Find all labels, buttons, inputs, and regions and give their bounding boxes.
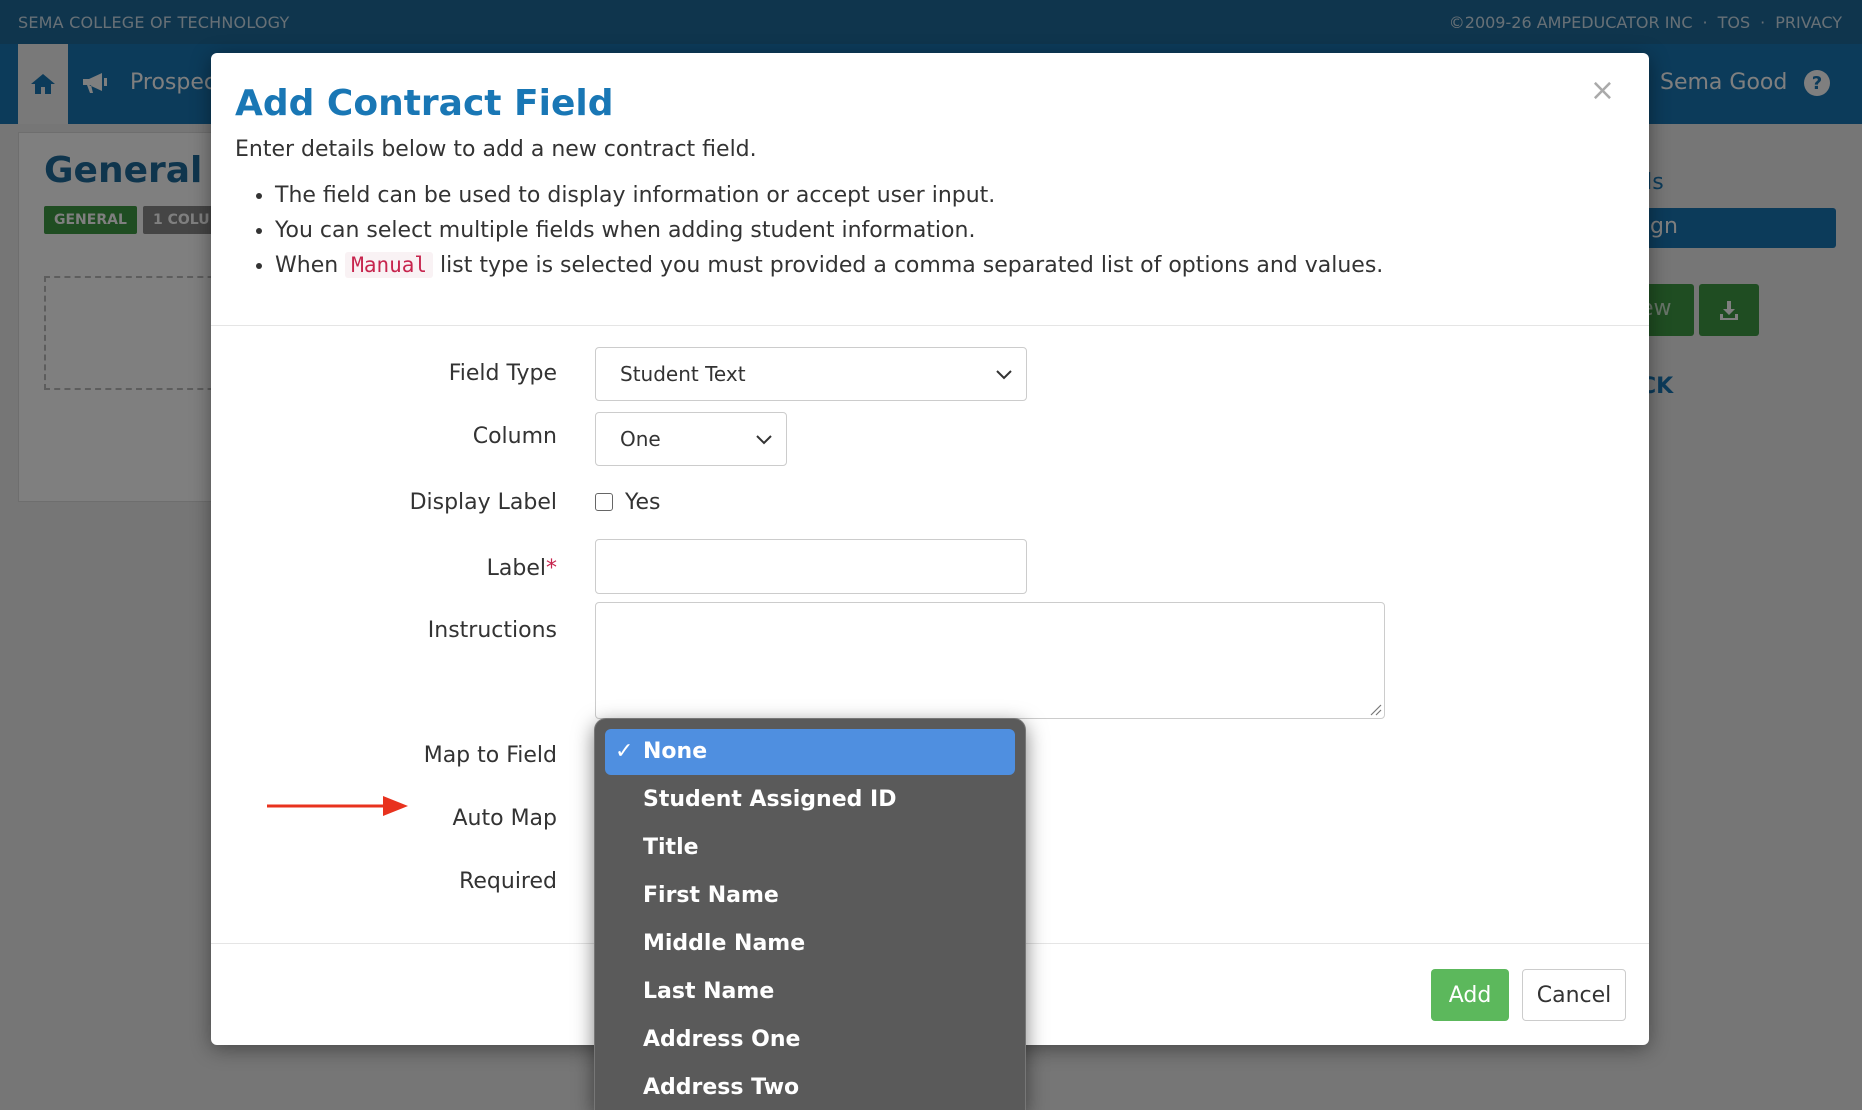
display-label-yes[interactable]: Yes (625, 490, 661, 515)
field-type-value: Student Text (620, 362, 746, 386)
display-label-label: Display Label (409, 490, 557, 515)
chevron-down-icon (996, 370, 1012, 380)
red-arrow-icon (267, 796, 408, 816)
dropdown-option-student-assigned-id[interactable]: Student Assigned ID (605, 777, 1015, 823)
checkmark-icon: ✓ (615, 739, 634, 764)
manual-code: Manual (345, 252, 434, 278)
option-label: Student Assigned ID (643, 787, 897, 812)
dropdown-option-address-two[interactable]: Address Two (605, 1065, 1015, 1110)
list-item: When Manual list type is selected you mu… (275, 252, 1384, 278)
required-label: Required (459, 869, 557, 894)
option-label: First Name (643, 883, 779, 908)
dropdown-option-none[interactable]: ✓ None (605, 729, 1015, 775)
bullet-text: When (275, 253, 339, 278)
option-label: Last Name (643, 979, 775, 1004)
map-to-field-dropdown: ✓ None Student Assigned ID Title First N… (594, 718, 1026, 1110)
map-to-field-label: Map to Field (423, 743, 557, 768)
option-label: None (643, 739, 708, 764)
modal-subtitle: Enter details below to add a new contrac… (235, 137, 757, 162)
instructions-list: The field can be used to display informa… (275, 183, 1383, 288)
display-label-checkbox[interactable] (595, 493, 613, 511)
divider (211, 325, 1649, 326)
instructions-label: Instructions (427, 618, 557, 643)
bullet-text: list type is selected you must provided … (440, 253, 1384, 278)
dropdown-option-last-name[interactable]: Last Name (605, 969, 1015, 1015)
field-type-label: Field Type (448, 361, 557, 386)
option-label: Middle Name (643, 931, 806, 956)
column-value: One (620, 427, 661, 451)
dropdown-option-first-name[interactable]: First Name (605, 873, 1015, 919)
chevron-down-icon (756, 435, 772, 445)
dropdown-option-title[interactable]: Title (605, 825, 1015, 871)
list-item: The field can be used to display informa… (275, 183, 1383, 208)
list-item: You can select multiple fields when addi… (275, 218, 1383, 243)
option-label: Title (643, 835, 699, 860)
required-asterisk: * (546, 556, 557, 581)
label-text: Label (486, 556, 546, 581)
field-type-select[interactable]: Student Text (595, 347, 1027, 401)
bullet-text: The field can be used to display informa… (275, 183, 996, 208)
close-icon[interactable]: × (1590, 73, 1615, 108)
modal-title: Add Contract Field (235, 83, 614, 124)
dropdown-option-middle-name[interactable]: Middle Name (605, 921, 1015, 967)
dropdown-option-address-one[interactable]: Address One (605, 1017, 1015, 1063)
bullet-text: You can select multiple fields when addi… (275, 218, 976, 243)
resize-handle-icon[interactable] (1368, 702, 1382, 716)
option-label: Address One (643, 1027, 801, 1052)
auto-map-label: Auto Map (452, 806, 558, 831)
label-input[interactable] (595, 539, 1027, 594)
instructions-textarea[interactable] (595, 602, 1385, 719)
column-label: Column (472, 424, 557, 449)
cancel-button[interactable]: Cancel (1522, 969, 1626, 1021)
column-select[interactable]: One (595, 412, 787, 466)
option-label: Address Two (643, 1075, 800, 1100)
label-field-label: Label* (487, 556, 557, 581)
add-button[interactable]: Add (1431, 969, 1509, 1021)
